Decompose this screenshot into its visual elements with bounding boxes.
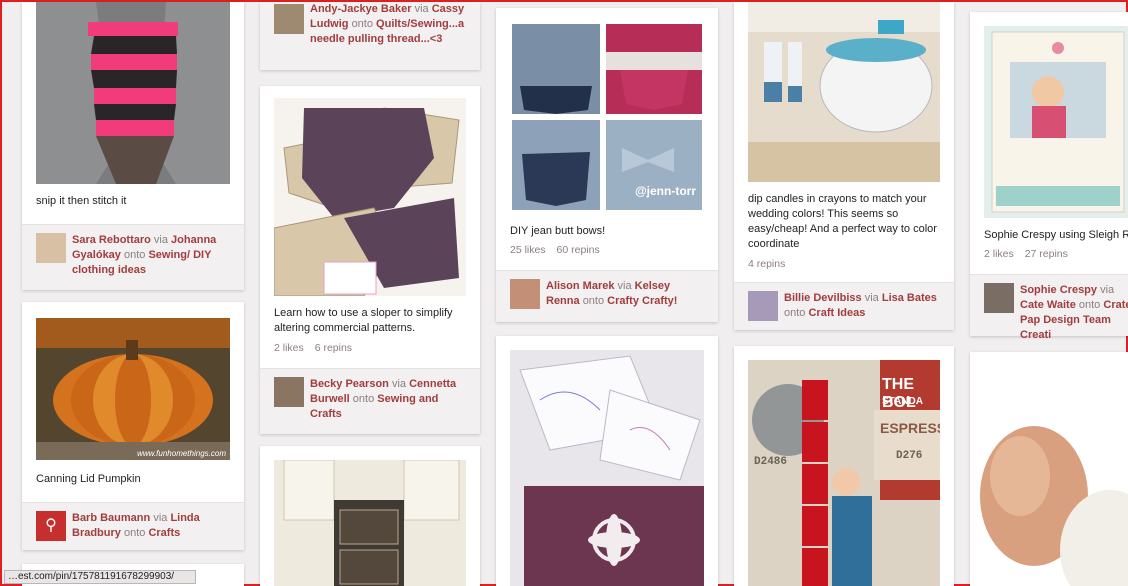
pin-description: DIY jean butt bows!	[510, 225, 606, 237]
pin-card-pumpkin[interactable]: www.funhomethings.com Canning Lid Pumpki…	[22, 302, 244, 550]
cabinet-photo	[274, 460, 466, 586]
pin-image[interactable]: www.funhomethings.com	[36, 318, 230, 460]
jean-pockets-photo	[512, 24, 702, 210]
pin-image[interactable]	[984, 26, 1128, 218]
pinner-name[interactable]: Sara Rebottaro	[72, 234, 151, 246]
pin-attribution[interactable]: ⚲ Barb Baumann via Linda Bradbury onto C…	[22, 502, 244, 550]
pin-attribution[interactable]: Sophie Crespy via Cate Waite onto Crate …	[970, 274, 1128, 341]
image-watermark: @jenn-torr	[634, 184, 696, 198]
onto-text: onto	[1078, 299, 1101, 311]
via-text: via	[617, 280, 632, 292]
onto-text: onto	[351, 18, 373, 30]
pin-attribution[interactable]: Becky Pearson via Cennetta Burwell onto …	[260, 368, 480, 434]
pinner-name[interactable]: Barb Baumann	[72, 512, 150, 524]
avatar[interactable]	[984, 283, 1014, 313]
flower-canvas-photo	[510, 350, 704, 586]
avatar[interactable]	[274, 377, 304, 407]
pin-card-scrapbook[interactable]: Sophie Crespy using Sleigh R 2 likes 27 …	[970, 12, 1128, 341]
crate-code-2: D276	[896, 450, 923, 462]
pin-image[interactable]	[510, 350, 704, 586]
status-bar-url: …est.com/pin/175781191678299903/	[4, 570, 196, 584]
pinner-name[interactable]: Andy-Jackye Baker	[310, 3, 412, 15]
pinner-name[interactable]: Sophie Crespy	[1020, 284, 1097, 296]
avatar[interactable]	[748, 291, 778, 321]
pin-image[interactable]: THE BOL STANDA ESPRESS D2486 D276	[748, 360, 940, 586]
likes-count[interactable]: 2 likes	[984, 248, 1014, 260]
pin-card-snip-stitch[interactable]: snip it then stitch it Sara Rebottaro vi…	[22, 2, 244, 290]
pinner-name[interactable]: Billie Devilbiss	[784, 292, 862, 304]
pin-stats: 2 likes 27 repins	[984, 248, 1076, 260]
pumpkin-photo	[36, 318, 230, 460]
pin-description: Sophie Crespy using Sleigh R	[984, 229, 1128, 241]
image-watermark: www.funhomethings.com	[137, 449, 226, 458]
pin-attribution[interactable]: Andy-Jackye Baker via Cassy Ludwig onto …	[260, 2, 480, 70]
candle-photo	[748, 2, 940, 182]
pin-description: Canning Lid Pumpkin	[36, 473, 141, 485]
onto-text: onto	[123, 527, 146, 539]
pin-card-jean-bows[interactable]: @jenn-torr DIY jean butt bows! 25 likes …	[496, 8, 718, 322]
pin-card-crayon-candles[interactable]: dip candles in crayons to match your wed…	[734, 2, 954, 330]
pin-description: dip candles in crayons to match your wed…	[748, 193, 937, 250]
onto-text: onto	[352, 393, 375, 405]
repins-count[interactable]: 6 repins	[315, 342, 352, 354]
pin-attribution[interactable]: Sara Rebottaro via Johanna Gyalókay onto…	[22, 224, 244, 290]
pushpin-icon[interactable]: ⚲	[36, 511, 66, 541]
pin-card-flower-canvas[interactable]	[496, 336, 718, 586]
pin-image[interactable]	[36, 2, 230, 184]
onto-text: onto	[784, 307, 806, 319]
pin-card-quilts[interactable]: Andy-Jackye Baker via Cassy Ludwig onto …	[260, 2, 480, 70]
sign-line-3: ESPRESS	[880, 420, 940, 436]
pin-stats: 4 repins	[748, 258, 793, 270]
pin-card-cabinet[interactable]	[260, 446, 480, 586]
pin-stats: 25 likes 60 repins	[510, 244, 608, 256]
via-text: via	[153, 512, 168, 524]
likes-count[interactable]: 2 likes	[274, 342, 304, 354]
board-name[interactable]: Crafts	[148, 527, 180, 539]
repins-count[interactable]: 4 repins	[748, 258, 785, 270]
repins-count[interactable]: 27 repins	[1025, 248, 1068, 260]
pinner-name[interactable]: Alison Marek	[546, 280, 614, 292]
pin-description: Learn how to use a sloper to simplify al…	[274, 307, 453, 334]
avatar[interactable]	[274, 4, 304, 34]
pin-image[interactable]: @jenn-torr	[510, 24, 704, 210]
via-text: via	[864, 292, 879, 304]
likes-count[interactable]: 25 likes	[510, 244, 546, 256]
crate-code-1: D2486	[754, 456, 788, 468]
via-user[interactable]: Cate Waite	[1020, 299, 1076, 311]
avatar[interactable]	[510, 279, 540, 309]
pin-image[interactable]	[274, 98, 466, 296]
pin-stats: 2 likes 6 repins	[274, 342, 360, 354]
board-name[interactable]: Craft Ideas	[808, 307, 865, 319]
avatar[interactable]	[36, 233, 66, 263]
sign-line-2: STANDA	[882, 396, 923, 407]
pin-card-sloper[interactable]: Learn how to use a sloper to simplify al…	[260, 86, 480, 434]
pin-card-eggs[interactable]	[970, 352, 1128, 586]
via-text: via	[414, 3, 429, 15]
pin-card-cola-tower[interactable]: THE BOL STANDA ESPRESS D2486 D276	[734, 346, 954, 586]
pin-image[interactable]	[970, 366, 1128, 586]
scrapbook-photo	[984, 26, 1128, 218]
repins-count[interactable]: 60 repins	[557, 244, 600, 256]
pinner-name[interactable]: Becky Pearson	[310, 378, 389, 390]
board-name[interactable]: Crafty Crafty!	[607, 295, 677, 307]
via-user[interactable]: Lisa Bates	[882, 292, 937, 304]
via-text: via	[1100, 284, 1115, 296]
onto-text: onto	[582, 295, 605, 307]
pattern-photo	[274, 98, 466, 296]
pin-description: snip it then stitch it	[36, 195, 127, 207]
onto-text: onto	[123, 249, 146, 261]
pin-image[interactable]	[274, 460, 466, 586]
via-text: via	[153, 234, 168, 246]
shirt-photo	[36, 2, 230, 184]
eggs-photo	[970, 366, 1128, 586]
pin-attribution[interactable]: Alison Marek via Kelsey Renna onto Craft…	[496, 270, 718, 322]
via-text: via	[391, 378, 407, 390]
pin-image[interactable]	[748, 2, 940, 182]
pin-attribution[interactable]: Billie Devilbiss via Lisa Bates onto Cra…	[734, 282, 954, 330]
